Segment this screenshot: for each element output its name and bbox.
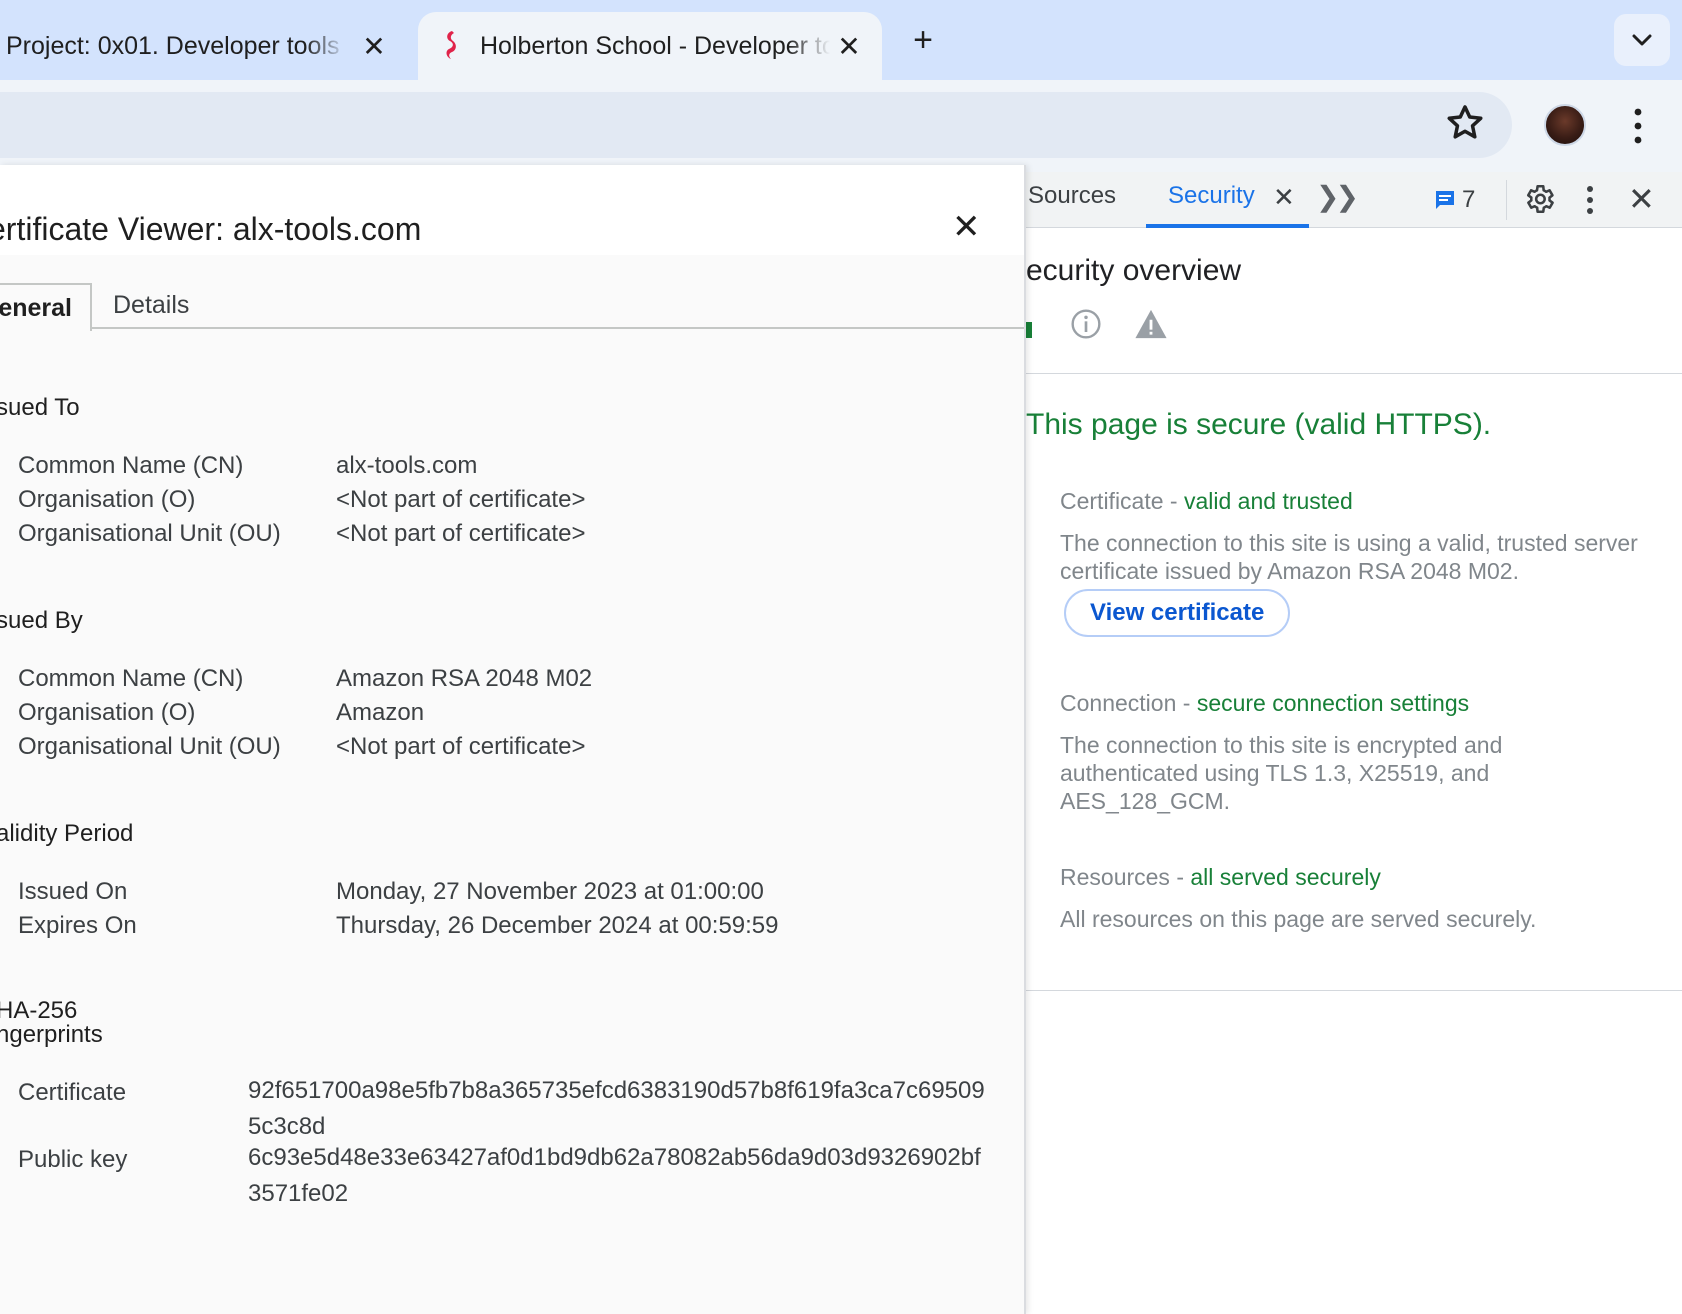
field-value: <Not part of certificate>: [336, 520, 586, 547]
field-label: Organisational Unit (OU): [18, 733, 281, 760]
new-tab-plus-icon[interactable]: +: [903, 20, 943, 60]
field-label: Organisational Unit (OU): [18, 520, 281, 547]
view-certificate-button[interactable]: View certificate: [1064, 589, 1291, 637]
field-label: Organisation (O): [18, 486, 196, 513]
fingerprint-label: Public key: [18, 1146, 128, 1173]
tab-close-icon[interactable]: ✕: [832, 29, 866, 63]
certificate-viewer-dialog: ertificate Viewer: alx-tools.com ✕ enera…: [0, 165, 1026, 1314]
bookmark-star-icon[interactable]: [1444, 102, 1486, 144]
fingerprints-heading: HA-256 ngerprints: [0, 999, 103, 1047]
connection-heading: Connection - secure connection settings: [1060, 690, 1660, 717]
certificate-description: The connection to this site is using a v…: [1060, 530, 1638, 584]
field-label: Issued On: [18, 878, 128, 905]
certificate-status: valid and trusted: [1183, 488, 1353, 514]
tab-sources[interactable]: Sources: [1028, 182, 1116, 210]
validity-heading: alidity Period: [0, 820, 134, 847]
panel-divider: [1026, 990, 1682, 991]
profile-avatar[interactable]: [1544, 104, 1586, 146]
tab-title: Project: 0x01. Developer tools: [6, 31, 340, 60]
tab-title: Holberton School - Developer tools: [480, 31, 830, 60]
fingerprint-value: 92f651700a98e5fb7b8a365735efcd6383190d57…: [248, 1077, 985, 1140]
warning-icon: [1135, 309, 1167, 339]
browser-menu-icon[interactable]: [1626, 106, 1650, 146]
tab-search-chevron-icon[interactable]: [1614, 14, 1670, 66]
tab-strip: Project: 0x01. Developer tools ✕ Holbert…: [0, 0, 1682, 80]
tab-security[interactable]: Security: [1168, 182, 1255, 210]
field-value: <Not part of certificate>: [336, 733, 586, 760]
security-overview-title: ecurity overview: [1026, 254, 1242, 287]
address-bar[interactable]: [0, 92, 1512, 158]
resources-description: All resources on this page are served se…: [1060, 906, 1537, 932]
close-dialog-icon[interactable]: ✕: [952, 207, 981, 247]
tab-project-developer-tools[interactable]: Project: 0x01. Developer tools ✕: [0, 12, 418, 80]
fingerprint-value: 6c93e5d48e33e63427af0d1bd9db62a78082ab56…: [248, 1144, 981, 1207]
connection-section: Connection - secure connection settings …: [1060, 690, 1660, 815]
resources-section: Resources - all served securely All reso…: [1060, 864, 1660, 933]
connection-description: The connection to this site is encrypted…: [1060, 732, 1503, 814]
field-label: Expires On: [18, 912, 137, 939]
field-value: Amazon RSA 2048 M02: [336, 665, 593, 692]
secure-lock-icon: [1026, 322, 1032, 338]
message-icon: [1436, 191, 1454, 209]
issued-to-heading: sued To: [0, 394, 80, 421]
fingerprint-label: Certificate: [18, 1079, 127, 1106]
dialog-header: ertificate Viewer: alx-tools.com ✕: [0, 165, 1024, 255]
tab-holberton-developer-tools[interactable]: Holberton School - Developer tools ✕: [418, 12, 882, 80]
issued-by-heading: sued By: [0, 607, 83, 634]
tab-general[interactable]: eneral: [0, 283, 92, 331]
close-tab-icon[interactable]: ✕: [1273, 182, 1295, 213]
toolbar-divider: [1506, 180, 1507, 220]
issues-count: 7: [1462, 186, 1476, 213]
connection-status: secure connection settings: [1196, 690, 1470, 716]
active-tab-underline: [1146, 224, 1309, 228]
security-summary-icons: [1026, 308, 1682, 374]
tab-close-icon[interactable]: ✕: [357, 29, 391, 63]
connection-label: Connection -: [1060, 690, 1197, 716]
resources-status: all served securely: [1190, 864, 1381, 890]
close-devtools-icon[interactable]: ✕: [1628, 180, 1655, 218]
certificate-label: Certificate -: [1060, 488, 1184, 514]
resources-heading: Resources - all served securely: [1060, 864, 1660, 891]
field-label: Common Name (CN): [18, 665, 244, 692]
browser-toolbar: [0, 80, 1682, 172]
field-value: alx-tools.com: [336, 452, 478, 479]
dialog-title: ertificate Viewer: alx-tools.com: [0, 211, 422, 247]
certificate-tabs: eneral Details: [0, 283, 1024, 331]
settings-gear-icon[interactable]: [1522, 182, 1556, 216]
devtools-panel: Sources Security ✕ ❯❯ 7 ✕ ecurity overvi…: [1026, 172, 1682, 1314]
field-label: Organisation (O): [18, 699, 196, 726]
tab-details[interactable]: Details: [113, 291, 189, 320]
fingerprints-heading-line: HA-256: [0, 997, 78, 1024]
secure-headline: This page is secure (valid HTTPS).: [1026, 408, 1492, 441]
devtools-tab-bar: Sources Security ✕ ❯❯ 7 ✕: [1026, 172, 1682, 228]
field-value: <Not part of certificate>: [336, 486, 586, 513]
more-tabs-chevron-icon[interactable]: ❯❯: [1316, 180, 1359, 213]
certificate-heading: Certificate - valid and trusted: [1060, 488, 1660, 515]
field-value: Amazon: [336, 699, 425, 726]
field-value: Monday, 27 November 2023 at 01:00:00: [336, 878, 764, 905]
info-icon: [1071, 309, 1101, 339]
field-label: Common Name (CN): [18, 452, 244, 479]
field-value: Thursday, 26 December 2024 at 00:59:59: [336, 912, 779, 939]
issues-counter[interactable]: 7: [1434, 186, 1475, 214]
resources-label: Resources -: [1060, 864, 1191, 890]
holberton-favicon-icon: [446, 31, 456, 59]
certificate-section: Certificate - valid and trusted The conn…: [1060, 488, 1660, 637]
devtools-menu-icon[interactable]: [1582, 184, 1598, 216]
fingerprints-heading-line: ngerprints: [0, 1021, 103, 1048]
